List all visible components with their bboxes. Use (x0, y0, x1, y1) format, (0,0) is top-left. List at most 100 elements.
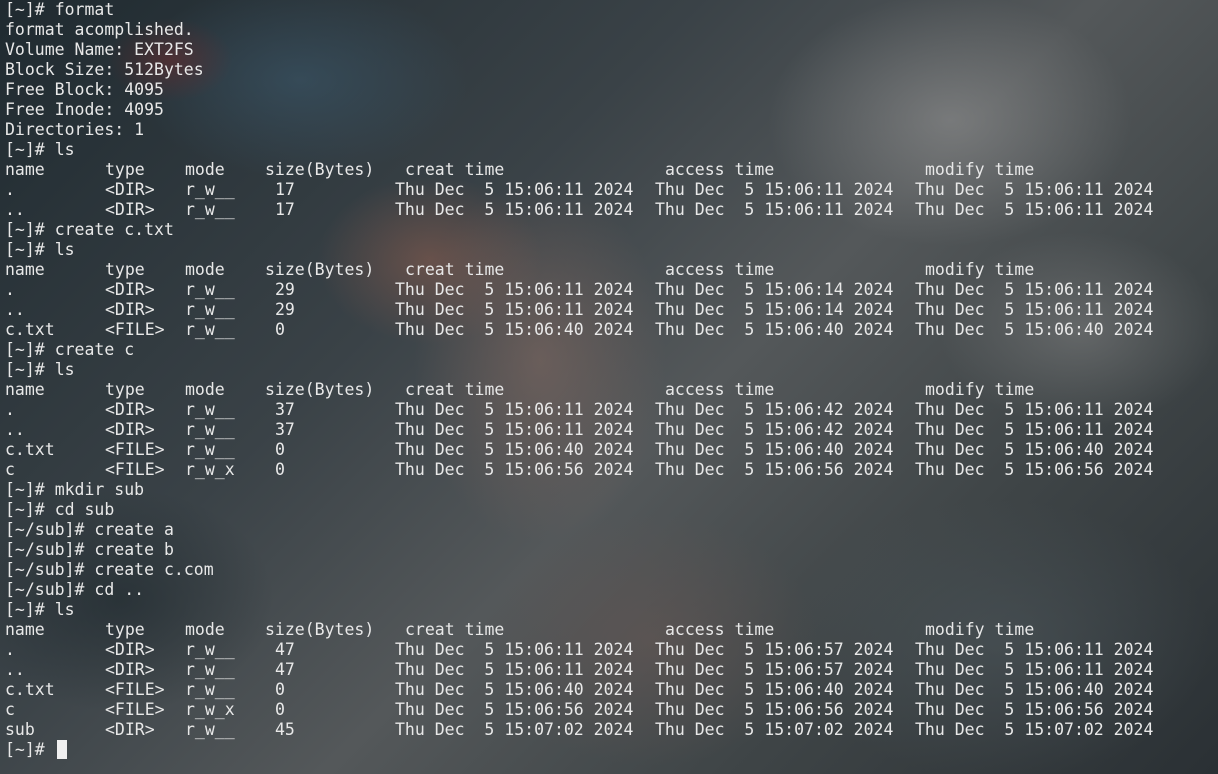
entry-type: <DIR> (105, 200, 155, 219)
entry-type: <DIR> (105, 660, 155, 679)
entry-size: 0 (275, 700, 285, 719)
col-type-header: type (105, 260, 145, 279)
shell-prompt: [~]# (5, 740, 45, 759)
command-text: ls (54, 600, 75, 619)
col-modify-time-header: modify time (925, 620, 1035, 639)
command-text: cd sub (54, 500, 115, 519)
output-line: Free Inode: 4095 (5, 100, 1210, 120)
entry-type: <DIR> (105, 640, 155, 659)
command-line: [~]# format (5, 0, 1210, 20)
terminal-output[interactable]: [~]# format format acomplished. Volume Nam… (5, 0, 1210, 774)
command-text: ls (54, 240, 75, 259)
listing-row: .. <DIR> r_w__ 47 Thu Dec 5 15:06:11 2024 Thu… (5, 660, 1210, 680)
entry-modify-time: Thu Dec 5 15:06:11 2024 (915, 640, 1154, 659)
col-name-header: name (5, 380, 45, 399)
entry-creat-time: Thu Dec 5 15:06:40 2024 (395, 440, 634, 459)
command-text: format (54, 0, 115, 19)
entry-access-time: Thu Dec 5 15:06:40 2024 (655, 680, 894, 699)
entry-type: <DIR> (105, 300, 155, 319)
output-line: Directories: 1 (5, 120, 1210, 140)
output-line: format acomplished. (5, 20, 1210, 40)
entry-type: <FILE> (105, 440, 165, 459)
entry-size: 45 (275, 720, 295, 739)
entry-creat-time: Thu Dec 5 15:06:40 2024 (395, 680, 634, 699)
entry-access-time: Thu Dec 5 15:06:40 2024 (655, 440, 894, 459)
col-size-header: size(Bytes) (265, 620, 375, 639)
entry-size: 37 (275, 400, 295, 419)
shell-prompt: [~]# (5, 140, 45, 159)
listing-row: . <DIR> r_w__ 47 Thu Dec 5 15:06:11 2024 Thu … (5, 640, 1210, 660)
entry-size: 0 (275, 680, 285, 699)
command-line: [~/sub]# create b (5, 540, 1210, 560)
entry-name: c (5, 700, 15, 719)
entry-modify-time: Thu Dec 5 15:06:11 2024 (915, 420, 1154, 439)
shell-prompt: [~/sub]# (5, 540, 85, 559)
entry-creat-time: Thu Dec 5 15:06:11 2024 (395, 640, 634, 659)
entry-modify-time: Thu Dec 5 15:06:11 2024 (915, 180, 1154, 199)
entry-modify-time: Thu Dec 5 15:06:40 2024 (915, 320, 1154, 339)
col-size-header: size(Bytes) (265, 260, 375, 279)
output-line: Block Size: 512Bytes (5, 60, 1210, 80)
entry-size: 0 (275, 440, 285, 459)
entry-size: 17 (275, 180, 295, 199)
command-line: [~/sub]# create c.com (5, 560, 1210, 580)
entry-access-time: Thu Dec 5 15:06:11 2024 (655, 180, 894, 199)
listing-row: c <FILE> r_w_x 0 Thu Dec 5 15:06:56 2024 Thu … (5, 460, 1210, 480)
shell-prompt: [~/sub]# (5, 560, 85, 579)
command-line: [~/sub]# create a (5, 520, 1210, 540)
entry-name: . (5, 400, 15, 419)
entry-mode: r_w__ (185, 640, 235, 659)
command-line: [~]# create c.txt (5, 220, 1210, 240)
col-name-header: name (5, 260, 45, 279)
output-text: Free Inode: 4095 (5, 100, 164, 119)
listing-header: name type mode size(Bytes) creat time access … (5, 620, 1210, 640)
entry-name: c.txt (5, 320, 55, 339)
listing-header: name type mode size(Bytes) creat time access … (5, 380, 1210, 400)
entry-access-time: Thu Dec 5 15:06:56 2024 (655, 700, 894, 719)
entry-modify-time: Thu Dec 5 15:06:11 2024 (915, 280, 1154, 299)
col-creat-time-header: creat time (405, 260, 505, 279)
entry-creat-time: Thu Dec 5 15:06:11 2024 (395, 420, 634, 439)
entry-size: 0 (275, 460, 285, 479)
entry-name: . (5, 180, 15, 199)
shell-prompt: [~]# (5, 600, 45, 619)
entry-size: 47 (275, 640, 295, 659)
shell-prompt: [~/sub]# (5, 580, 85, 599)
col-modify-time-header: modify time (925, 260, 1035, 279)
col-type-header: type (105, 380, 145, 399)
output-text: Block Size: 512Bytes (5, 60, 204, 79)
entry-modify-time: Thu Dec 5 15:06:56 2024 (915, 700, 1154, 719)
entry-creat-time: Thu Dec 5 15:06:56 2024 (395, 700, 634, 719)
text-cursor[interactable] (56, 740, 67, 759)
shell-prompt: [~]# (5, 360, 45, 379)
entry-type: <DIR> (105, 420, 155, 439)
col-modify-time-header: modify time (925, 160, 1035, 179)
entry-mode: r_w__ (185, 280, 235, 299)
output-text: Volume Name: EXT2FS (5, 40, 194, 59)
entry-modify-time: Thu Dec 5 15:06:11 2024 (915, 300, 1154, 319)
entry-access-time: Thu Dec 5 15:06:42 2024 (655, 400, 894, 419)
entry-mode: r_w__ (185, 300, 235, 319)
entry-size: 47 (275, 660, 295, 679)
command-text: cd .. (94, 580, 145, 599)
entry-type: <FILE> (105, 460, 165, 479)
entry-size: 17 (275, 200, 295, 219)
entry-mode: r_w__ (185, 180, 235, 199)
command-text: create c.txt (54, 220, 174, 239)
command-line: [~]# ls (5, 240, 1210, 260)
entry-mode: r_w__ (185, 660, 235, 679)
entry-name: .. (5, 660, 25, 679)
entry-creat-time: Thu Dec 5 15:06:11 2024 (395, 300, 634, 319)
entry-mode: r_w_x (185, 700, 235, 719)
listing-header: name type mode size(Bytes) creat time access … (5, 160, 1210, 180)
col-access-time-header: access time (665, 620, 775, 639)
command-line: [~/sub]# cd .. (5, 580, 1210, 600)
active-input-line[interactable]: [~]# (5, 740, 1210, 760)
listing-row: . <DIR> r_w__ 37 Thu Dec 5 15:06:11 2024 Thu … (5, 400, 1210, 420)
entry-type: <DIR> (105, 280, 155, 299)
shell-prompt: [~]# (5, 480, 45, 499)
command-text: ls (54, 360, 75, 379)
entry-mode: r_w__ (185, 420, 235, 439)
shell-prompt: [~]# (5, 0, 45, 19)
col-modify-time-header: modify time (925, 380, 1035, 399)
